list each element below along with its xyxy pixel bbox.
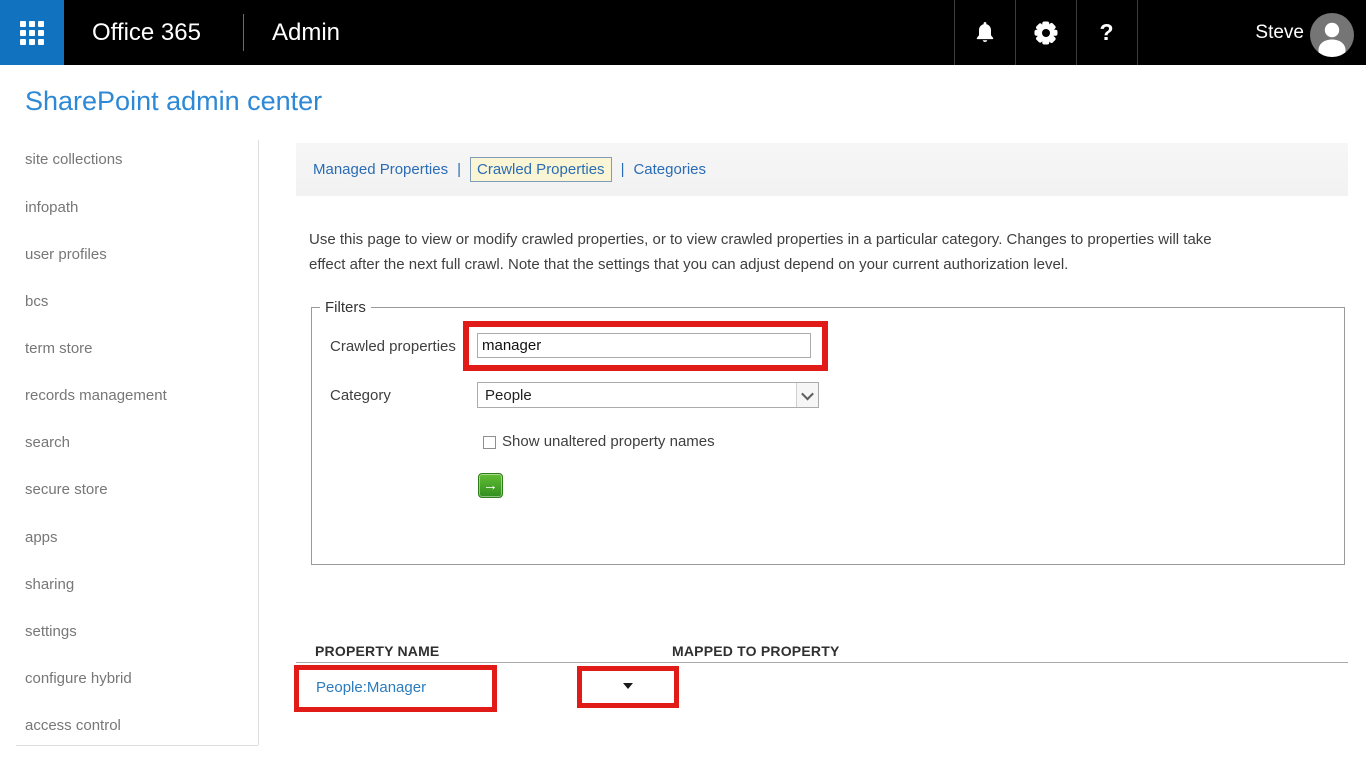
crawled-properties-label: Crawled properties <box>330 338 456 355</box>
user-avatar[interactable] <box>1310 13 1354 57</box>
sidebar-item-records-management[interactable]: records management <box>25 386 167 406</box>
tab-separator: | <box>621 161 625 178</box>
sidebar-divider <box>258 140 259 745</box>
notifications-button[interactable] <box>954 0 1015 65</box>
sidebar-item-term-store[interactable]: term store <box>25 339 93 359</box>
show-unaltered-label: Show unaltered property names <box>502 433 715 450</box>
filters-legend: Filters <box>320 299 371 316</box>
page-title: SharePoint admin center <box>25 86 322 117</box>
help-button[interactable]: ? <box>1076 0 1137 65</box>
sidebar-item-site-collections[interactable]: site collections <box>25 150 123 170</box>
crawled-properties-input[interactable] <box>477 333 811 358</box>
filters-fieldset <box>311 307 1345 565</box>
category-selected-value: People <box>478 387 796 404</box>
top-app-bar: Office 365 Admin ? Stev <box>0 0 1366 65</box>
sidebar-item-settings[interactable]: settings <box>25 622 77 642</box>
gear-icon <box>1034 21 1058 45</box>
office-365-brand-link[interactable]: Office 365 <box>92 0 201 65</box>
category-label: Category <box>330 387 391 404</box>
sidebar-item-access-control[interactable]: access control <box>25 716 121 736</box>
column-header-property-name: PROPERTY NAME <box>315 643 439 659</box>
column-header-mapped-to-property: MAPPED TO PROPERTY <box>672 643 839 659</box>
properties-tab-strip: Managed Properties | Crawled Properties … <box>296 143 1348 196</box>
description-line-1: Use this page to view or modify crawled … <box>309 227 1319 252</box>
sidebar-item-bcs[interactable]: bcs <box>25 292 48 312</box>
app-launcher-button[interactable] <box>0 0 64 65</box>
tab-categories[interactable]: Categories <box>633 161 706 178</box>
tab-crawled-properties[interactable]: Crawled Properties <box>470 157 612 182</box>
bell-icon <box>974 21 996 45</box>
sidebar-item-secure-store[interactable]: secure store <box>25 480 108 500</box>
chevron-down-icon <box>801 387 814 400</box>
tab-managed-properties[interactable]: Managed Properties <box>313 161 448 178</box>
question-mark-icon: ? <box>1099 19 1113 46</box>
app-launcher-grid-icon <box>20 21 44 45</box>
sidebar-item-sharing[interactable]: sharing <box>25 575 74 595</box>
topbar-divider <box>1137 0 1138 65</box>
description-line-2: effect after the next full crawl. Note t… <box>309 252 1319 277</box>
admin-section-label: Admin <box>272 0 340 65</box>
user-name-label[interactable]: Steve <box>1232 0 1304 65</box>
sidebar-item-search[interactable]: search <box>25 433 70 453</box>
show-unaltered-checkbox[interactable] <box>483 436 496 449</box>
sidebar-item-user-profiles[interactable]: user profiles <box>25 245 107 265</box>
page-description: Use this page to view or modify crawled … <box>309 227 1319 277</box>
sharepoint-admin-screen: Office 365 Admin ? Stev <box>0 0 1366 768</box>
category-select[interactable]: People <box>477 382 819 408</box>
property-name-link[interactable]: People:Manager <box>316 679 426 696</box>
sidebar-item-configure-hybrid[interactable]: configure hybrid <box>25 669 132 689</box>
brand-divider <box>243 14 244 51</box>
person-icon <box>1310 13 1354 57</box>
sidebar-item-apps[interactable]: apps <box>25 528 58 548</box>
settings-button[interactable] <box>1015 0 1076 65</box>
sidebar-bottom-divider <box>16 745 258 746</box>
sidebar-item-infopath[interactable]: infopath <box>25 198 78 218</box>
apply-filters-go-button[interactable]: → <box>478 473 503 498</box>
row-dropdown-caret-icon[interactable] <box>623 683 633 689</box>
tab-separator: | <box>457 161 461 178</box>
table-header-rule <box>296 662 1348 663</box>
select-dropdown-button[interactable] <box>796 383 818 407</box>
arrow-right-icon: → <box>483 478 498 493</box>
